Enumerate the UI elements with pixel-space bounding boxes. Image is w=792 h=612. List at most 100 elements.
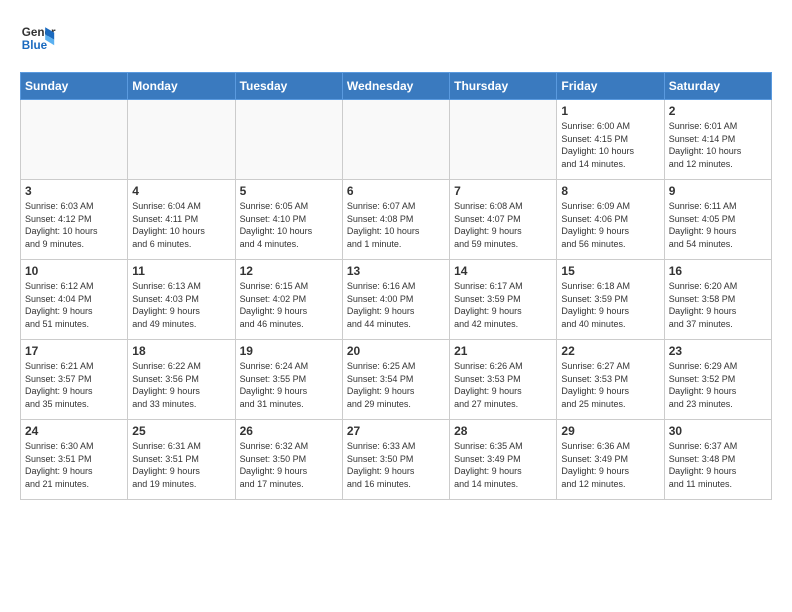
day-info: Sunrise: 6:31 AM Sunset: 3:51 PM Dayligh… <box>132 440 230 490</box>
day-number: 17 <box>25 344 123 358</box>
calendar-week-1: 1 Sunrise: 6:00 AM Sunset: 4:15 PM Daylig… <box>21 100 772 180</box>
calendar-header: SundayMondayTuesdayWednesdayThursdayFrid… <box>21 73 772 100</box>
weekday-header-wednesday: Wednesday <box>342 73 449 100</box>
calendar-day: 29Sunrise: 6:36 AM Sunset: 3:49 PM Dayli… <box>557 420 664 500</box>
day-info: Sunrise: 6:27 AM Sunset: 3:53 PM Dayligh… <box>561 360 659 410</box>
calendar-day: 20 Sunrise: 6:25 AM Sunset: 3:54 PM Dayli… <box>342 340 449 420</box>
logo-icon: General Blue <box>20 20 56 56</box>
day-number: 14 <box>454 264 552 278</box>
weekday-row: SundayMondayTuesdayWednesdayThursdayFrid… <box>21 73 772 100</box>
weekday-header-saturday: Saturday <box>664 73 771 100</box>
day-number: 24 <box>25 424 123 438</box>
day-info: Sunrise: 6:03 AM Sunset: 4:12 PM Dayligh… <box>25 200 123 250</box>
day-number: 4 <box>132 184 230 198</box>
calendar-day: 1 Sunrise: 6:00 AM Sunset: 4:15 PM Daylig… <box>557 100 664 180</box>
day-number: 5 <box>240 184 338 198</box>
calendar-day: 5 Sunrise: 6:05 AM Sunset: 4:10 PM Daylig… <box>235 180 342 260</box>
calendar-day <box>235 100 342 180</box>
day-info: Sunrise: 6:20 AM Sunset: 3:58 PM Dayligh… <box>669 280 767 330</box>
calendar-day: 27Sunrise: 6:33 AM Sunset: 3:50 PM Dayli… <box>342 420 449 500</box>
day-number: 2 <box>669 104 767 118</box>
day-number: 21 <box>454 344 552 358</box>
calendar-day: 8 Sunrise: 6:09 AM Sunset: 4:06 PM Daylig… <box>557 180 664 260</box>
logo: General Blue <box>20 20 56 56</box>
calendar-day: 9 Sunrise: 6:11 AM Sunset: 4:05 PM Daylig… <box>664 180 771 260</box>
calendar-day: 18 Sunrise: 6:22 AM Sunset: 3:56 PM Dayli… <box>128 340 235 420</box>
day-info: Sunrise: 6:15 AM Sunset: 4:02 PM Dayligh… <box>240 280 338 330</box>
calendar-day: 26Sunrise: 6:32 AM Sunset: 3:50 PM Dayli… <box>235 420 342 500</box>
calendar-day: 24 Sunrise: 6:30 AM Sunset: 3:51 PM Dayli… <box>21 420 128 500</box>
svg-text:Blue: Blue <box>22 39 48 52</box>
calendar-day: 17 Sunrise: 6:21 AM Sunset: 3:57 PM Dayli… <box>21 340 128 420</box>
weekday-header-thursday: Thursday <box>450 73 557 100</box>
day-info: Sunrise: 6:07 AM Sunset: 4:08 PM Dayligh… <box>347 200 445 250</box>
calendar-table: SundayMondayTuesdayWednesdayThursdayFrid… <box>20 72 772 500</box>
day-info: Sunrise: 6:36 AM Sunset: 3:49 PM Dayligh… <box>561 440 659 490</box>
day-number: 25 <box>132 424 230 438</box>
day-number: 26 <box>240 424 338 438</box>
day-info: Sunrise: 6:11 AM Sunset: 4:05 PM Dayligh… <box>669 200 767 250</box>
calendar-day: 10Sunrise: 6:12 AM Sunset: 4:04 PM Dayli… <box>21 260 128 340</box>
day-info: Sunrise: 6:05 AM Sunset: 4:10 PM Dayligh… <box>240 200 338 250</box>
day-number: 6 <box>347 184 445 198</box>
day-number: 3 <box>25 184 123 198</box>
day-info: Sunrise: 6:18 AM Sunset: 3:59 PM Dayligh… <box>561 280 659 330</box>
calendar-day: 12 Sunrise: 6:15 AM Sunset: 4:02 PM Dayli… <box>235 260 342 340</box>
day-number: 18 <box>132 344 230 358</box>
day-info: Sunrise: 6:09 AM Sunset: 4:06 PM Dayligh… <box>561 200 659 250</box>
calendar-day <box>128 100 235 180</box>
day-info: Sunrise: 6:01 AM Sunset: 4:14 PM Dayligh… <box>669 120 767 170</box>
calendar-day <box>450 100 557 180</box>
day-number: 13 <box>347 264 445 278</box>
page-header: General Blue <box>20 20 772 56</box>
day-info: Sunrise: 6:22 AM Sunset: 3:56 PM Dayligh… <box>132 360 230 410</box>
calendar-day: 22Sunrise: 6:27 AM Sunset: 3:53 PM Dayli… <box>557 340 664 420</box>
calendar-body: 1 Sunrise: 6:00 AM Sunset: 4:15 PM Daylig… <box>21 100 772 500</box>
calendar-day: 28Sunrise: 6:35 AM Sunset: 3:49 PM Dayli… <box>450 420 557 500</box>
day-info: Sunrise: 6:04 AM Sunset: 4:11 PM Dayligh… <box>132 200 230 250</box>
day-info: Sunrise: 6:00 AM Sunset: 4:15 PM Dayligh… <box>561 120 659 170</box>
weekday-header-tuesday: Tuesday <box>235 73 342 100</box>
day-info: Sunrise: 6:29 AM Sunset: 3:52 PM Dayligh… <box>669 360 767 410</box>
day-info: Sunrise: 6:12 AM Sunset: 4:04 PM Dayligh… <box>25 280 123 330</box>
day-number: 20 <box>347 344 445 358</box>
day-info: Sunrise: 6:16 AM Sunset: 4:00 PM Dayligh… <box>347 280 445 330</box>
calendar-day: 16Sunrise: 6:20 AM Sunset: 3:58 PM Dayli… <box>664 260 771 340</box>
calendar-day: 2 Sunrise: 6:01 AM Sunset: 4:14 PM Daylig… <box>664 100 771 180</box>
day-info: Sunrise: 6:25 AM Sunset: 3:54 PM Dayligh… <box>347 360 445 410</box>
day-info: Sunrise: 6:24 AM Sunset: 3:55 PM Dayligh… <box>240 360 338 410</box>
calendar-day: 19Sunrise: 6:24 AM Sunset: 3:55 PM Dayli… <box>235 340 342 420</box>
calendar-day: 4 Sunrise: 6:04 AM Sunset: 4:11 PM Daylig… <box>128 180 235 260</box>
calendar-day: 14 Sunrise: 6:17 AM Sunset: 3:59 PM Dayli… <box>450 260 557 340</box>
day-info: Sunrise: 6:21 AM Sunset: 3:57 PM Dayligh… <box>25 360 123 410</box>
calendar-day <box>342 100 449 180</box>
day-info: Sunrise: 6:33 AM Sunset: 3:50 PM Dayligh… <box>347 440 445 490</box>
calendar-day: 6 Sunrise: 6:07 AM Sunset: 4:08 PM Daylig… <box>342 180 449 260</box>
day-number: 30 <box>669 424 767 438</box>
calendar-week-5: 24 Sunrise: 6:30 AM Sunset: 3:51 PM Dayli… <box>21 420 772 500</box>
calendar-day: 30 Sunrise: 6:37 AM Sunset: 3:48 PM Dayli… <box>664 420 771 500</box>
day-info: Sunrise: 6:37 AM Sunset: 3:48 PM Dayligh… <box>669 440 767 490</box>
day-info: Sunrise: 6:17 AM Sunset: 3:59 PM Dayligh… <box>454 280 552 330</box>
day-number: 9 <box>669 184 767 198</box>
calendar-day: 15 Sunrise: 6:18 AM Sunset: 3:59 PM Dayli… <box>557 260 664 340</box>
calendar-day: 21 Sunrise: 6:26 AM Sunset: 3:53 PM Dayli… <box>450 340 557 420</box>
day-number: 12 <box>240 264 338 278</box>
day-info: Sunrise: 6:26 AM Sunset: 3:53 PM Dayligh… <box>454 360 552 410</box>
day-info: Sunrise: 6:35 AM Sunset: 3:49 PM Dayligh… <box>454 440 552 490</box>
day-number: 8 <box>561 184 659 198</box>
calendar-week-3: 10Sunrise: 6:12 AM Sunset: 4:04 PM Dayli… <box>21 260 772 340</box>
day-number: 15 <box>561 264 659 278</box>
day-info: Sunrise: 6:13 AM Sunset: 4:03 PM Dayligh… <box>132 280 230 330</box>
day-number: 1 <box>561 104 659 118</box>
calendar-week-4: 17 Sunrise: 6:21 AM Sunset: 3:57 PM Dayli… <box>21 340 772 420</box>
calendar-day: 11 Sunrise: 6:13 AM Sunset: 4:03 PM Dayli… <box>128 260 235 340</box>
calendar-day: 7 Sunrise: 6:08 AM Sunset: 4:07 PM Daylig… <box>450 180 557 260</box>
weekday-header-friday: Friday <box>557 73 664 100</box>
calendar-week-2: 3 Sunrise: 6:03 AM Sunset: 4:12 PM Daylig… <box>21 180 772 260</box>
day-info: Sunrise: 6:08 AM Sunset: 4:07 PM Dayligh… <box>454 200 552 250</box>
day-info: Sunrise: 6:30 AM Sunset: 3:51 PM Dayligh… <box>25 440 123 490</box>
calendar-day: 13 Sunrise: 6:16 AM Sunset: 4:00 PM Dayli… <box>342 260 449 340</box>
day-number: 7 <box>454 184 552 198</box>
day-number: 11 <box>132 264 230 278</box>
